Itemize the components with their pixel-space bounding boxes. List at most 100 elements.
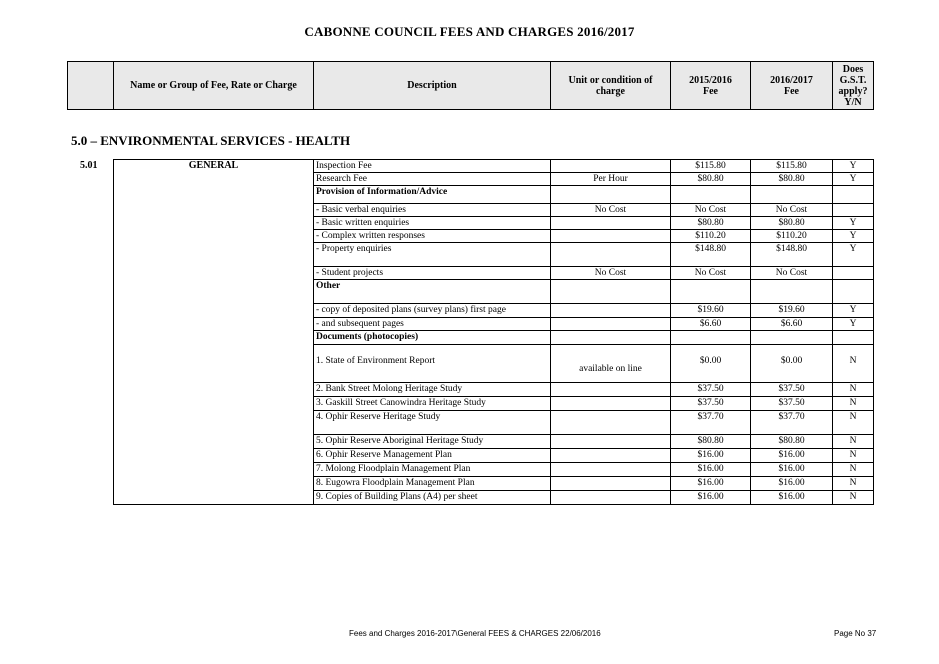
fee-2015-2016-cell: $16.00 [670,490,751,505]
gst-cell: N [832,410,874,435]
gst-cell [832,266,874,280]
gst-cell: N [832,382,874,397]
fee-2015-2016-cell: $148.80 [670,242,751,267]
description-cell: 4. Ophir Reserve Heritage Study [313,410,551,435]
fee-2016-2017-cell: No Cost [750,203,833,217]
fee-2015-2016-cell: $16.00 [670,448,751,463]
gst-cell: Y [832,172,874,186]
fee-2015-2016-cell: $80.80 [670,172,751,186]
fee-2016-2017-cell: $80.80 [750,216,833,230]
header-fee2-label: Fee [784,85,799,97]
description-cell: - copy of deposited plans (survey plans)… [313,303,551,318]
description-cell: 9. Copies of Building Plans (A4) per she… [313,490,551,505]
description-cell: Documents (photocopies) [313,330,551,345]
description-cell: - Basic verbal enquiries [313,203,551,217]
description-cell: - Basic written enquiries [313,216,551,230]
column-header-table: Name or Group of Fee, Rate or Charge Des… [67,61,874,110]
fee-2015-2016-cell [670,185,751,204]
fee-2016-2017-cell: $80.80 [750,172,833,186]
description-cell: 6. Ophir Reserve Management Plan [313,448,551,463]
fee-2015-2016-cell: $80.80 [670,216,751,230]
unit-cell [550,382,671,397]
gst-cell: N [832,434,874,449]
fee-2016-2017-cell [750,279,833,304]
fee-2016-2017-cell: $37.50 [750,382,833,397]
footer-page-number: Page No 37 [834,629,877,638]
page-title: CABONNE COUNCIL FEES AND CHARGES 2016/20… [304,24,635,39]
unit-cell [550,303,671,318]
header-gst-col: Does G.S.T. apply? Y/N [832,61,874,110]
unit-cell [550,448,671,463]
description-cell: 7. Molong Floodplain Management Plan [313,462,551,477]
fee-2015-2016-cell: $19.60 [670,303,751,318]
fee-2016-2017-cell: $0.00 [750,344,833,383]
gst-cell: N [832,462,874,477]
gst-cell: Y [832,159,874,173]
gst-cell: N [832,476,874,491]
description-cell: 2. Bank Street Molong Heritage Study [313,382,551,397]
unit-cell [550,317,671,331]
unit-cell [550,216,671,230]
description-cell: 5. Ophir Reserve Aboriginal Heritage Stu… [313,434,551,449]
gst-cell: N [832,396,874,411]
description-cell: Research Fee [313,172,551,186]
fee-2016-2017-cell: $16.00 [750,448,833,463]
unit-cell [550,410,671,435]
item-number: 5.01 [80,160,98,171]
unit-cell [550,330,671,345]
fee-2016-2017-cell: $110.20 [750,229,833,243]
fee-2016-2017-cell: $16.00 [750,462,833,477]
fee-2015-2016-cell: $16.00 [670,462,751,477]
fee-2015-2016-cell [670,330,751,345]
fee-2016-2017-cell: $80.80 [750,434,833,449]
header-desc-col: Description [313,61,551,110]
fee-2016-2017-cell: $16.00 [750,476,833,491]
gst-cell [832,185,874,204]
description-cell: - Property enquiries [313,242,551,267]
description-cell: - and subsequent pages [313,317,551,331]
gst-cell: N [832,490,874,505]
header-blank-cell [67,61,114,110]
description-cell: 1. State of Environment Report [313,344,551,383]
unit-cell [550,476,671,491]
table-row: GENERAL Inspection Fee $115.80 $115.80 Y [113,159,874,505]
fees-table: GENERAL Inspection Fee $115.80 $115.80 Y Rese… [113,159,874,505]
gst-cell: Y [832,242,874,267]
header-fee2-year: 2016/2017 [770,74,813,86]
header-gst-line1: Does [842,63,864,75]
fee-2015-2016-cell: $6.60 [670,317,751,331]
fee-2016-2017-cell: No Cost [750,266,833,280]
header-name-col: Name or Group of Fee, Rate or Charge [113,61,314,110]
gst-cell [832,203,874,217]
footer-document-path: Fees and Charges 2016-2017\General FEES … [349,629,601,638]
gst-cell: Y [832,303,874,318]
header-fee1-label: Fee [703,85,718,97]
description-cell: - Student projects [313,266,551,280]
fee-2015-2016-cell: $37.50 [670,382,751,397]
fee-2016-2017-cell [750,330,833,345]
unit-cell [550,159,671,173]
fee-2015-2016-cell: $80.80 [670,434,751,449]
fee-2015-2016-cell: $37.50 [670,396,751,411]
fee-2016-2017-cell: $37.50 [750,396,833,411]
fee-2016-2017-cell: $16.00 [750,490,833,505]
fee-2015-2016-cell: $115.80 [670,159,751,173]
fee-2016-2017-cell [750,185,833,204]
fee-2015-2016-cell: No Cost [670,266,751,280]
header-gst-line3: apply? [838,85,868,97]
description-cell: 3. Gaskill Street Canowindra Heritage St… [313,396,551,411]
gst-cell [832,330,874,345]
gst-cell: Y [832,216,874,230]
unit-cell: available on line [550,344,671,383]
unit-cell [550,490,671,505]
description-cell: - Complex written responses [313,229,551,243]
section-heading: 5.0 – ENVIRONMENTAL SERVICES - HEALTH [71,133,351,148]
header-fee1-year: 2015/2016 [689,74,732,86]
description-cell: Inspection Fee [313,159,551,173]
unit-cell: Per Hour [550,172,671,186]
fee-2015-2016-cell [670,279,751,304]
unit-cell [550,434,671,449]
header-gst-line2: G.S.T. [839,74,867,86]
unit-cell [550,229,671,243]
unit-cell [550,396,671,411]
